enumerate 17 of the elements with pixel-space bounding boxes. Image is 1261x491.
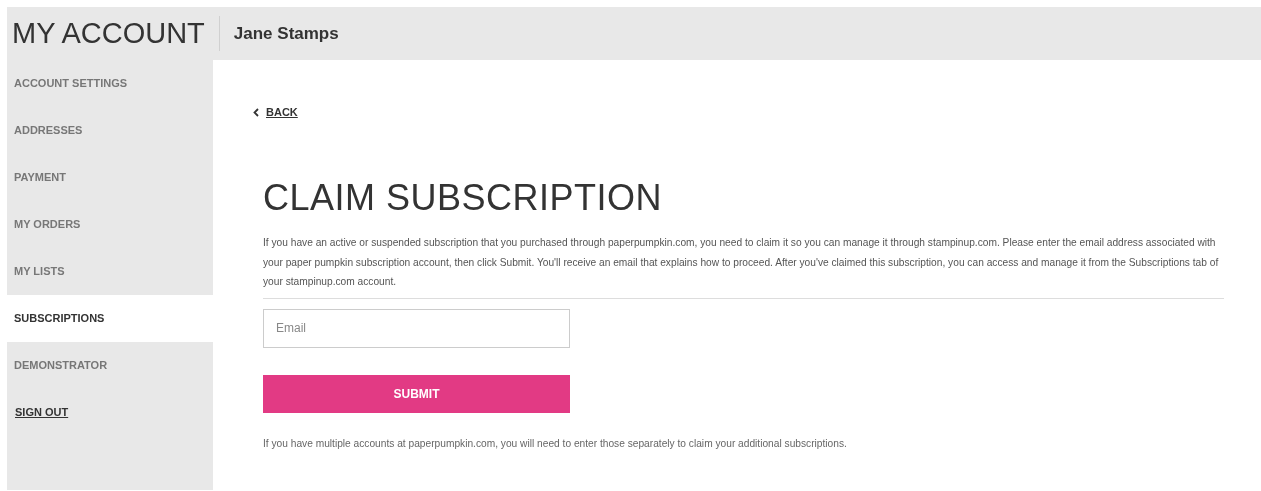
- sign-out-link[interactable]: SIGN OUT: [7, 389, 213, 436]
- sidebar-item[interactable]: DEMONSTRATOR: [7, 342, 213, 389]
- sidebar-item[interactable]: MY ORDERS: [7, 201, 213, 248]
- back-link[interactable]: BACK: [253, 104, 298, 121]
- note-text: If you have multiple accounts at paperpumpkin.com, you will need to enter those separately to claim your additional subscriptions.: [263, 436, 848, 451]
- sidebar-item[interactable]: ADDRESSES: [7, 107, 213, 154]
- user-name: Jane Stamps: [232, 22, 339, 45]
- sidebar-item[interactable]: ACCOUNT SETTINGS: [7, 60, 213, 107]
- intro-paragraph: If you have an active or suspended subscription that you purchased through paperpumpkin.com, you need to claim it so you can manage it through stampinup.com. Please enter the email address associated with your paper pumpkin subscription account, then click Submit. You'll receive an email that explains how to proceed. After you've claimed this subscription, you can access and manage it from the Subscriptions tab of your stampinup.com account.: [263, 233, 1224, 299]
- sidebar-item[interactable]: MY LISTS: [7, 248, 213, 295]
- sidebar-item[interactable]: SUBSCRIPTIONS: [7, 295, 213, 342]
- page-heading: CLAIM SUBSCRIPTION: [263, 176, 664, 220]
- email-field[interactable]: Email: [263, 308, 570, 348]
- chevron-left-icon: [253, 108, 259, 117]
- sidebar-item[interactable]: PAYMENT: [7, 154, 213, 201]
- submit-button[interactable]: SUBMIT: [263, 374, 570, 413]
- page-title: MY ACCOUNT: [7, 16, 220, 51]
